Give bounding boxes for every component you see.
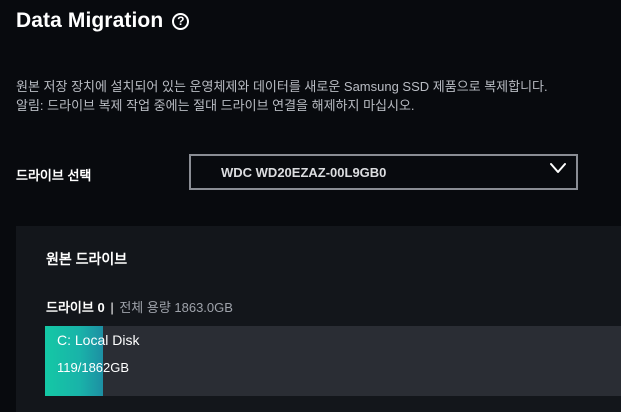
drive-info-separator: | [110, 300, 114, 315]
partition-name: C: Local Disk [57, 332, 140, 348]
header: Data Migration ? [16, 9, 190, 33]
drive-select-value: WDC WD20EZAZ-00L9GB0 [221, 165, 387, 180]
description-line-2: 알림: 드라이브 복제 작업 중에는 절대 드라이브 연결을 해제하지 마십시오… [16, 98, 415, 113]
drive-info: 드라이브 0 | 전체 용량 1863.0GB [46, 297, 233, 316]
partition-usage: 119/1862GB [57, 360, 130, 375]
question-circle-icon[interactable]: ? [172, 12, 190, 30]
description: 원본 저장 장치에 설치되어 있는 운영체제와 데이터를 새로운 Samsung… [16, 77, 548, 115]
drive-name: 드라이브 0 [46, 300, 105, 315]
page-title: Data Migration [16, 9, 164, 32]
partition-bar[interactable]: C: Local Disk 119/1862GB [45, 326, 621, 396]
drive-select-dropdown[interactable]: WDC WD20EZAZ-00L9GB0 [189, 154, 578, 190]
chevron-down-icon [550, 163, 566, 173]
source-drive-title: 원본 드라이브 [46, 251, 128, 267]
data-migration-page: Data Migration ? 원본 저장 장치에 설치되어 있는 운영체제와… [0, 0, 621, 412]
total-capacity: 전체 용량 1863.0GB [119, 300, 233, 315]
drive-select-label: 드라이브 선택 [16, 168, 92, 183]
description-line-1: 원본 저장 장치에 설치되어 있는 운영체제와 데이터를 새로운 Samsung… [16, 79, 548, 94]
source-drive-panel: 원본 드라이브 드라이브 0 | 전체 용량 1863.0GB C: Local… [16, 226, 621, 412]
